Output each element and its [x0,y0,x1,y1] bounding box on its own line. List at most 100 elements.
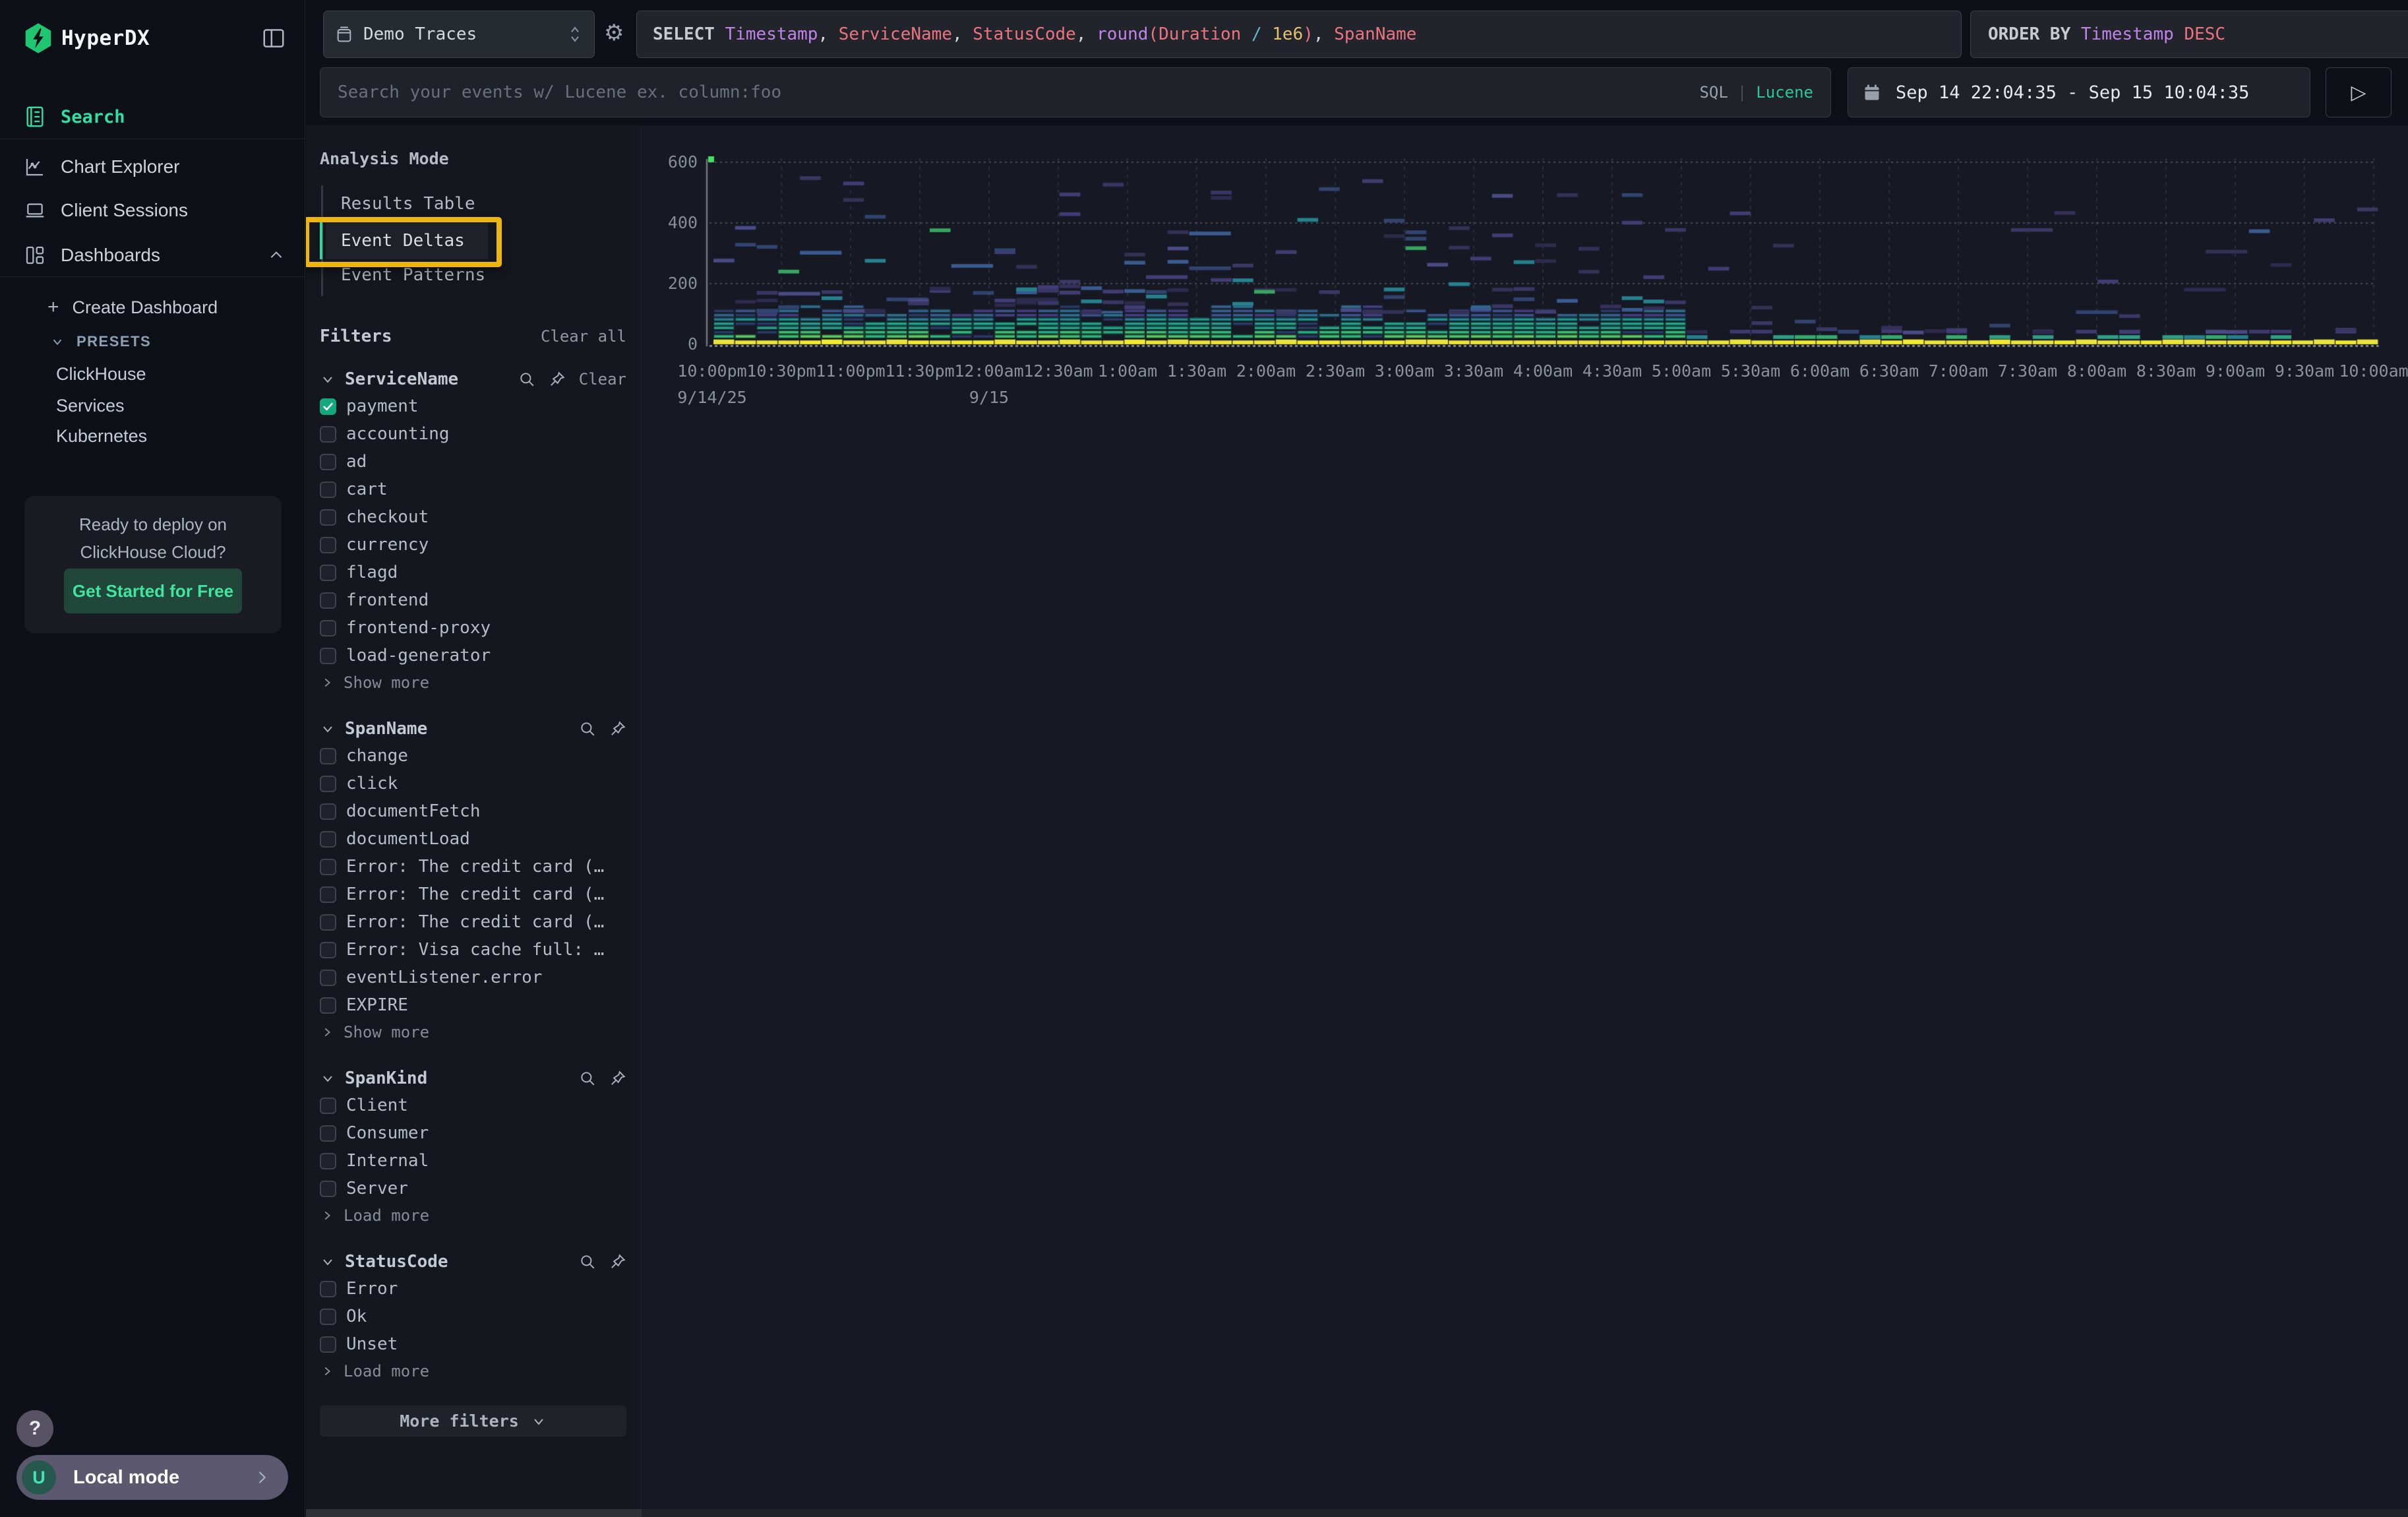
filter-option-click[interactable]: click [320,770,626,797]
order-by-editor[interactable]: ORDER BY Timestamp DESC [1970,11,2408,58]
sidebar-collapse-icon[interactable] [261,26,286,51]
checkbox[interactable] [320,398,336,415]
checkbox[interactable] [320,1125,336,1142]
scrollbar-thumb[interactable] [306,1509,642,1517]
duration-heatmap[interactable] [706,154,2384,352]
filter-option-change[interactable]: change [320,742,626,770]
checkbox[interactable] [320,481,336,498]
filter-option-currency[interactable]: currency [320,531,626,559]
filter-option-error-the-credit-card-[interactable]: Error: The credit card (… [320,908,626,936]
analysis-mode-event-patterns[interactable]: Event Patterns [320,259,626,291]
show-more-button[interactable]: Show more [320,669,626,696]
sql-select-editor[interactable]: SELECT Timestamp, ServiceName, StatusCod… [636,11,1962,58]
filter-option-error-the-credit-card-[interactable]: Error: The credit card (… [320,881,626,908]
analysis-mode-results-table[interactable]: Results Table [320,188,626,220]
section-clear-button[interactable]: Clear [579,370,626,388]
sidebar-item-services[interactable]: Services [0,390,305,421]
checkbox[interactable] [320,803,336,820]
checkbox[interactable] [320,509,336,526]
section-pin-icon[interactable] [609,720,626,737]
filter-option-internal[interactable]: Internal [320,1147,626,1175]
section-search-icon[interactable] [579,1253,596,1270]
section-search-icon[interactable] [518,371,535,388]
sidebar-item-create-dashboard[interactable]: + Create Dashboard [0,292,305,323]
lucene-toggle[interactable]: Lucene [1756,83,1813,102]
section-search-icon[interactable] [579,1070,596,1087]
checkbox[interactable] [320,454,336,470]
help-button[interactable]: ? [16,1410,53,1447]
filter-option-ad[interactable]: ad [320,448,626,476]
sidebar-item-clickhouse[interactable]: ClickHouse [0,358,305,390]
time-range-picker[interactable]: Sep 14 22:04:35 - Sep 15 10:04:35 [1848,67,2310,117]
section-pin-icon[interactable] [609,1070,626,1087]
checkbox[interactable] [320,859,336,875]
filter-option-eventlistener-error[interactable]: eventListener.error [320,964,626,991]
load-more-button[interactable]: Load more [320,1202,626,1229]
chevron-down-icon[interactable] [320,371,336,387]
sidebar-item-kubernetes[interactable]: Kubernetes [0,420,305,452]
filter-option-client[interactable]: Client [320,1092,626,1119]
sidebar-item-search[interactable]: Search [0,100,305,134]
filter-option-error[interactable]: Error [320,1275,626,1303]
checkbox[interactable] [320,970,336,986]
sidebar-item-dashboards[interactable]: Dashboards [0,238,305,272]
filter-option-expire[interactable]: EXPIRE [320,991,626,1019]
load-more-button[interactable]: Load more [320,1358,626,1384]
analysis-mode-event-deltas[interactable]: Event Deltas [320,225,626,257]
checkbox[interactable] [320,1153,336,1169]
checkbox[interactable] [320,942,336,958]
filter-option-checkout[interactable]: checkout [320,503,626,531]
section-search-icon[interactable] [579,720,596,737]
section-pin-icon[interactable] [549,371,566,388]
checkbox[interactable] [320,1181,336,1197]
checkbox[interactable] [320,831,336,848]
filter-option-load-generator[interactable]: load-generator [320,642,626,669]
checkbox[interactable] [320,776,336,792]
sidebar-presets-toggle[interactable]: PRESETS [0,326,305,357]
run-query-button[interactable]: ▷ [2326,67,2392,117]
show-more-button[interactable]: Show more [320,1019,626,1045]
more-filters-button[interactable]: More filters [320,1406,626,1437]
clear-all-button[interactable]: Clear all [541,327,626,346]
filter-option-ok[interactable]: Ok [320,1303,626,1330]
filter-option-documentload[interactable]: documentLoad [320,825,626,853]
filter-option-accounting[interactable]: accounting [320,420,626,448]
sidebar-item-chart-explorer[interactable]: Chart Explorer [0,150,305,184]
filter-option-cart[interactable]: cart [320,476,626,503]
checkbox[interactable] [320,1281,336,1297]
checkbox[interactable] [320,886,336,903]
checkbox[interactable] [320,592,336,609]
chevron-down-icon[interactable] [320,721,336,737]
checkbox[interactable] [320,426,336,443]
checkbox[interactable] [320,537,336,553]
checkbox[interactable] [320,1309,336,1325]
local-mode-pill[interactable]: U Local mode [16,1455,288,1500]
filter-option-server[interactable]: Server [320,1175,626,1202]
filter-option-consumer[interactable]: Consumer [320,1119,626,1147]
search-input[interactable]: Search your events w/ Lucene ex. column:… [320,67,1831,117]
checkbox[interactable] [320,648,336,664]
sidebar-item-client-sessions[interactable]: Client Sessions [0,193,305,228]
chevron-down-icon[interactable] [320,1070,336,1086]
get-started-button[interactable]: Get Started for Free [64,569,242,613]
checkbox[interactable] [320,1336,336,1353]
filter-option-frontend[interactable]: frontend [320,586,626,614]
filter-option-payment[interactable]: payment [320,392,626,420]
filter-option-error-visa-cache-full-[interactable]: Error: Visa cache full: … [320,936,626,964]
source-select[interactable]: Demo Traces [323,11,595,58]
checkbox[interactable] [320,620,336,636]
chevron-down-icon[interactable] [320,1254,336,1270]
checkbox[interactable] [320,997,336,1014]
gear-icon[interactable]: ⚙ [604,20,624,46]
section-pin-icon[interactable] [609,1253,626,1270]
horizontal-scrollbar[interactable] [306,1509,2408,1517]
checkbox[interactable] [320,565,336,581]
filter-option-error-the-credit-card-[interactable]: Error: The credit card (… [320,853,626,881]
checkbox[interactable] [320,1098,336,1114]
filter-option-unset[interactable]: Unset [320,1330,626,1358]
filter-option-documentfetch[interactable]: documentFetch [320,797,626,825]
checkbox[interactable] [320,914,336,931]
filter-option-flagd[interactable]: flagd [320,559,626,586]
checkbox[interactable] [320,748,336,764]
filter-option-frontend-proxy[interactable]: frontend-proxy [320,614,626,642]
